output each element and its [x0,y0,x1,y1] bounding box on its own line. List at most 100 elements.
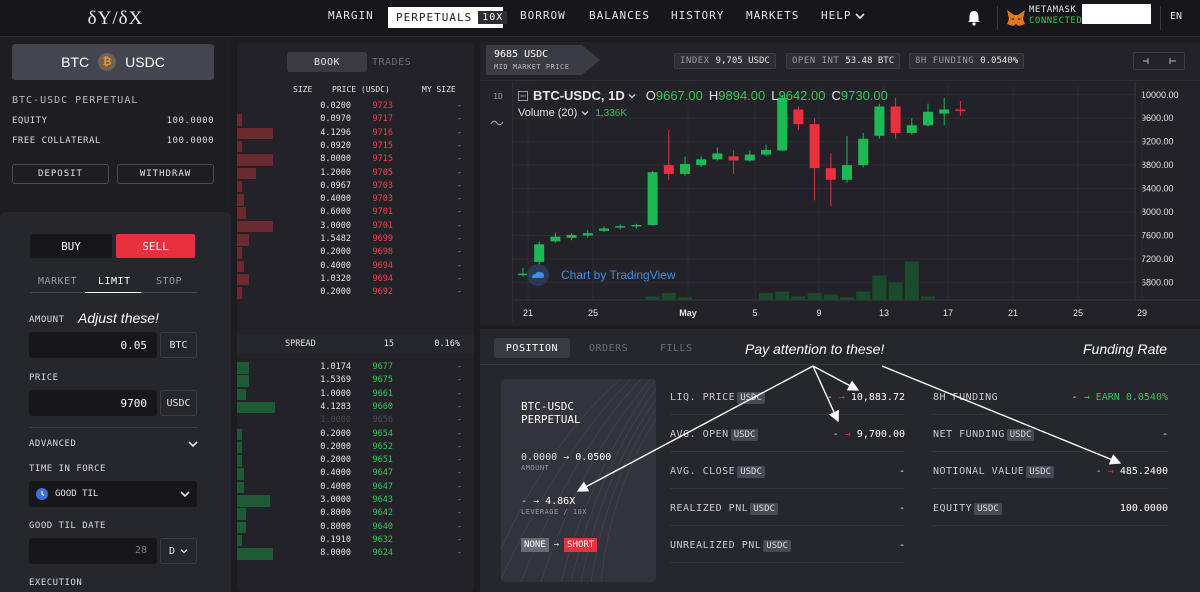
nav-perpetuals[interactable]: PERPETUALS 10X [388,7,508,28]
tab-stop[interactable]: STOP [156,276,182,287]
layout-toggle[interactable] [1133,52,1185,70]
language-selector[interactable]: EN [1170,11,1182,22]
left-stat-label: REALIZED PNL [670,503,749,514]
nav-balances[interactable]: BALANCES [589,9,650,22]
ask-row[interactable]: 8.0000 9715 - [237,153,474,166]
ask-row[interactable]: 4.1296 9716 - [237,127,474,140]
card-leverage: - → 4.86X [521,496,576,507]
ask-row[interactable]: 0.0200 9723 - [237,100,474,113]
withdraw-button[interactable]: WITHDRAW [117,164,214,184]
candle-body [744,154,755,161]
tradingview-attribution[interactable]: Chart by TradingView [527,264,676,286]
ask-row[interactable]: 0.2000 9698 - [237,246,474,259]
nav-help[interactable]: HELP [821,9,865,22]
ask-row[interactable]: 1.0320 9694 - [237,273,474,286]
right-stat-from: - [1095,466,1108,477]
good-til-date-unit: D [168,545,176,557]
tab-fills[interactable]: FILLS [660,338,693,358]
bid-row[interactable]: 1.0000 9656 - [237,414,474,427]
nav-borrow[interactable]: BORROW [520,9,566,22]
divider [29,427,197,428]
good-til-date-unit-select[interactable]: D [160,538,197,564]
ask-my-size: - [456,287,462,298]
logo[interactable]: δY/δX [0,0,231,37]
collapse-square-icon[interactable] [518,90,528,101]
interval-button[interactable]: 1D [488,92,508,106]
candle-body [550,236,561,242]
ask-row[interactable]: 3.0000 9701 - [237,220,474,233]
bid-row[interactable]: 0.2000 9654 - [237,428,474,441]
ask-row[interactable]: 0.0970 9717 - [237,113,474,126]
candle-body [923,111,933,126]
bid-row[interactable]: 0.8000 9642 - [237,507,474,520]
ask-depth-bar [237,273,249,286]
bid-row[interactable]: 0.2000 9651 - [237,454,474,467]
tab-limit[interactable]: LIMIT [98,276,131,287]
bitcoin-icon: ₿ [98,53,117,71]
volume-bar [856,291,871,300]
indicator-wave-icon[interactable] [490,118,504,128]
deposit-button[interactable]: DEPOSIT [12,164,109,184]
advanced-label[interactable]: ADVANCED [29,439,76,449]
ask-row[interactable]: 0.0967 9703 - [237,180,474,193]
nav-history[interactable]: HISTORY [671,9,724,22]
ask-row[interactable]: 1.5482 9699 - [237,233,474,246]
bid-row[interactable]: 0.1910 9632 - [237,534,474,547]
wallet-info[interactable]: METAMASK CONNECTED [1029,5,1082,27]
bid-depth-bar [237,455,242,467]
buy-button[interactable]: BUY [30,234,112,258]
candle-body [615,226,626,228]
ask-row[interactable]: 0.2000 9692 - [237,286,474,299]
bid-size: 4.1283 [320,401,351,412]
sell-button[interactable]: SELL [116,234,195,258]
time-in-force-select[interactable]: GOOD TIL [29,481,197,507]
ohlc-high: 9894.00 [718,88,766,103]
candle-body [761,149,771,155]
candle-body [777,97,788,151]
bid-row[interactable]: 3.0000 9643 - [237,494,474,507]
right-stat-value: 100.0000 [1119,503,1168,514]
candle-body [631,224,642,227]
ask-row[interactable]: 0.4000 9694 - [237,260,474,273]
x-tick-label: 13 [879,308,889,318]
bid-row[interactable]: 1.5369 9675 - [237,374,474,387]
ask-price: 9701 [372,207,393,218]
tab-trades[interactable]: TRADES [372,57,411,68]
bid-row[interactable]: 0.4000 9647 - [237,467,474,480]
pair-base: BTC [61,54,90,70]
ask-row[interactable]: 0.6000 9701 - [237,206,474,219]
tab-book[interactable]: BOOK [287,52,367,72]
nav-markets[interactable]: MARKETS [746,9,799,22]
tab-orders[interactable]: ORDERS [589,338,628,358]
chevron-down-icon [628,93,636,98]
bid-depth-bar [237,388,247,401]
bid-size: 0.4000 [320,468,351,479]
ask-row[interactable]: 0.0920 9715 - [237,140,474,153]
volume-label[interactable]: Volume (20) [518,107,577,119]
bid-row[interactable]: 1.0000 9661 - [237,388,474,401]
ask-row[interactable]: 0.4000 9703 - [237,193,474,206]
tab-position[interactable]: POSITION [494,338,570,358]
bid-row[interactable]: 8.0000 9624 - [237,547,474,560]
ask-size: 0.0967 [320,180,351,191]
bid-row[interactable]: 0.8000 9640 - [237,521,474,534]
expand-icon [1168,58,1176,64]
bid-row[interactable]: 1.0174 9677 - [237,361,474,374]
bid-row[interactable]: 4.1283 9660 - [237,401,474,414]
chart-symbol[interactable]: BTC-USDC, 1D [533,88,625,103]
bid-depth-bar [237,534,242,547]
tab-market[interactable]: MARKET [38,276,77,287]
bell-icon[interactable] [965,9,983,27]
market-selector-button[interactable]: BTC ₿ USDC [12,44,214,80]
chevron-down-icon[interactable] [188,440,198,448]
bid-size: 0.8000 [320,508,351,519]
candle-body [842,165,852,180]
volume-bar [791,296,806,300]
chevron-down-icon [180,549,188,554]
volume-bar [823,294,838,300]
nav-margin[interactable]: MARGIN [328,9,374,22]
bid-price: 9640 [372,521,393,532]
ask-row[interactable]: 1.2000 9705 - [237,167,474,180]
bid-row[interactable]: 0.2000 9652 - [237,441,474,454]
bid-row[interactable]: 0.4000 9647 - [237,481,474,494]
